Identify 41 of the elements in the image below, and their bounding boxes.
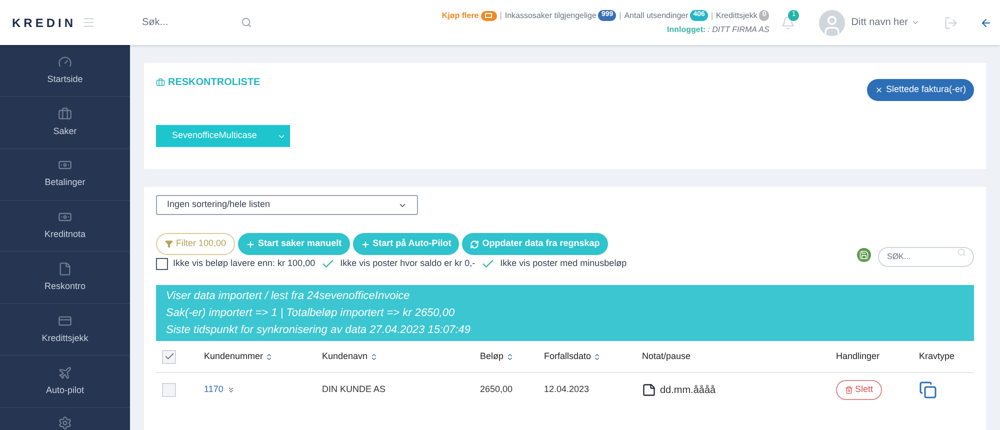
table-cell-text: 2650,00 [480,383,514,396]
separator: | [500,10,502,22]
counter-label: Inkassosaker tilgjengelige [504,10,596,22]
option-label: Ikke vis poster hvor saldo er kr 0,- [340,257,476,270]
table-cell-text: 12.04.2023 [544,383,590,396]
customer-number-link[interactable]: 1170 [204,383,224,397]
sidebar-item[interactable]: Auto-pilot [0,356,130,408]
sidebar-item[interactable]: Saker [0,96,130,149]
sidebar-item[interactable]: Betalinger [0,148,130,201]
company-name: : DITT FIRMA AS [708,24,770,36]
delete-button[interactable]: Slett [836,380,882,400]
panel-title: RESKONTROLISTE [168,76,260,90]
counter-label: Kredittsjekk [716,10,758,22]
logo[interactable]: KREDIN [12,14,76,32]
sidebar-item[interactable]: Reskontro [0,252,130,304]
search-input[interactable]: Søk... [142,15,212,30]
option-label: Ikke vis beløp lavere enn: kr 100,00 [173,257,316,270]
sidebar-item[interactable]: Kredittsjekk [0,304,130,356]
sort-dropdown[interactable]: Ingen sortering/hele listen [156,195,418,215]
separator: | [619,10,622,22]
table-search-field[interactable]: SØK... [878,246,974,266]
info-text: Siste tidspunkt for synkronisering av data 27.04.2023 15:07:49 [166,323,472,337]
option-label: Ikke vis poster med minusbeløp [500,257,627,270]
info-text: Viser data importert / lest fra 24sevenofficeInvoice [166,289,411,303]
column-header: Kravtype [919,350,955,363]
deleted-invoices-button[interactable]: Slettede faktura(-er) [866,79,974,101]
sidebar-item[interactable]: Kreditnota [0,200,130,252]
logged-in-label: Innlogget: [667,24,706,36]
column-header: Handlinger [836,350,880,363]
column-header[interactable]: Beløp [480,350,514,364]
info-text: Sak(-er) importert => 1 | Totalbeløp importert => kr 2650,00 [166,306,456,320]
user-name[interactable]: Ditt navn her [851,15,908,30]
sidebar-item[interactable]: Startside [0,45,130,97]
separator: | [710,10,714,22]
table-cell-text: DIN KUNDE AS [322,383,387,396]
column-header[interactable]: Kundenavn [322,350,378,364]
column-header[interactable]: Forfallsdato [544,350,602,364]
column-header: Notat/pause [642,350,691,363]
note-date-field[interactable]: dd.mm.åååå [660,382,716,398]
counter-label: Antall utsendinger [624,10,688,22]
column-header[interactable]: Kundenummer [204,350,274,364]
